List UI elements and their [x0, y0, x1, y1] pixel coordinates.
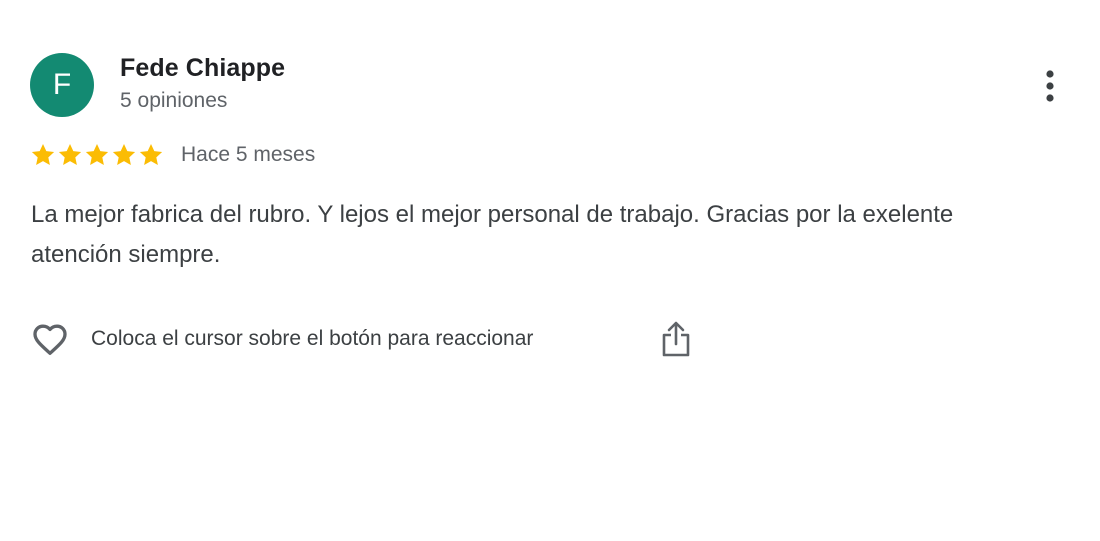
avatar[interactable]: F	[30, 53, 94, 117]
star-icon	[139, 143, 163, 166]
heart-outline-icon	[33, 324, 67, 355]
rating-row: Hace 5 meses	[30, 140, 315, 170]
more-options-button[interactable]	[1030, 64, 1070, 108]
star-rating	[30, 142, 164, 168]
star-icon	[112, 143, 136, 166]
avatar-initial: F	[52, 68, 72, 101]
more-vert-icon	[1046, 70, 1054, 102]
author-review-count[interactable]: 5 opiniones	[120, 89, 227, 113]
star-icon	[85, 143, 109, 166]
share-button[interactable]	[655, 316, 697, 362]
review-timestamp: Hace 5 meses	[181, 143, 316, 166]
star-icon	[31, 143, 55, 166]
author-name[interactable]: Fede Chiappe	[120, 54, 285, 83]
star-icon	[58, 143, 82, 166]
review-card: F Fede Chiappe 5 opiniones Hace 5 meses …	[0, 0, 1100, 541]
review-text: La mejor fabrica del rubro. Y lejos el m…	[31, 201, 954, 268]
share-icon	[662, 321, 690, 357]
react-button-label: Coloca el cursor sobre el botón para rea…	[91, 327, 534, 350]
react-button[interactable]: Coloca el cursor sobre el botón para rea…	[29, 319, 533, 359]
review-actions: Coloca el cursor sobre el botón para rea…	[29, 316, 533, 362]
